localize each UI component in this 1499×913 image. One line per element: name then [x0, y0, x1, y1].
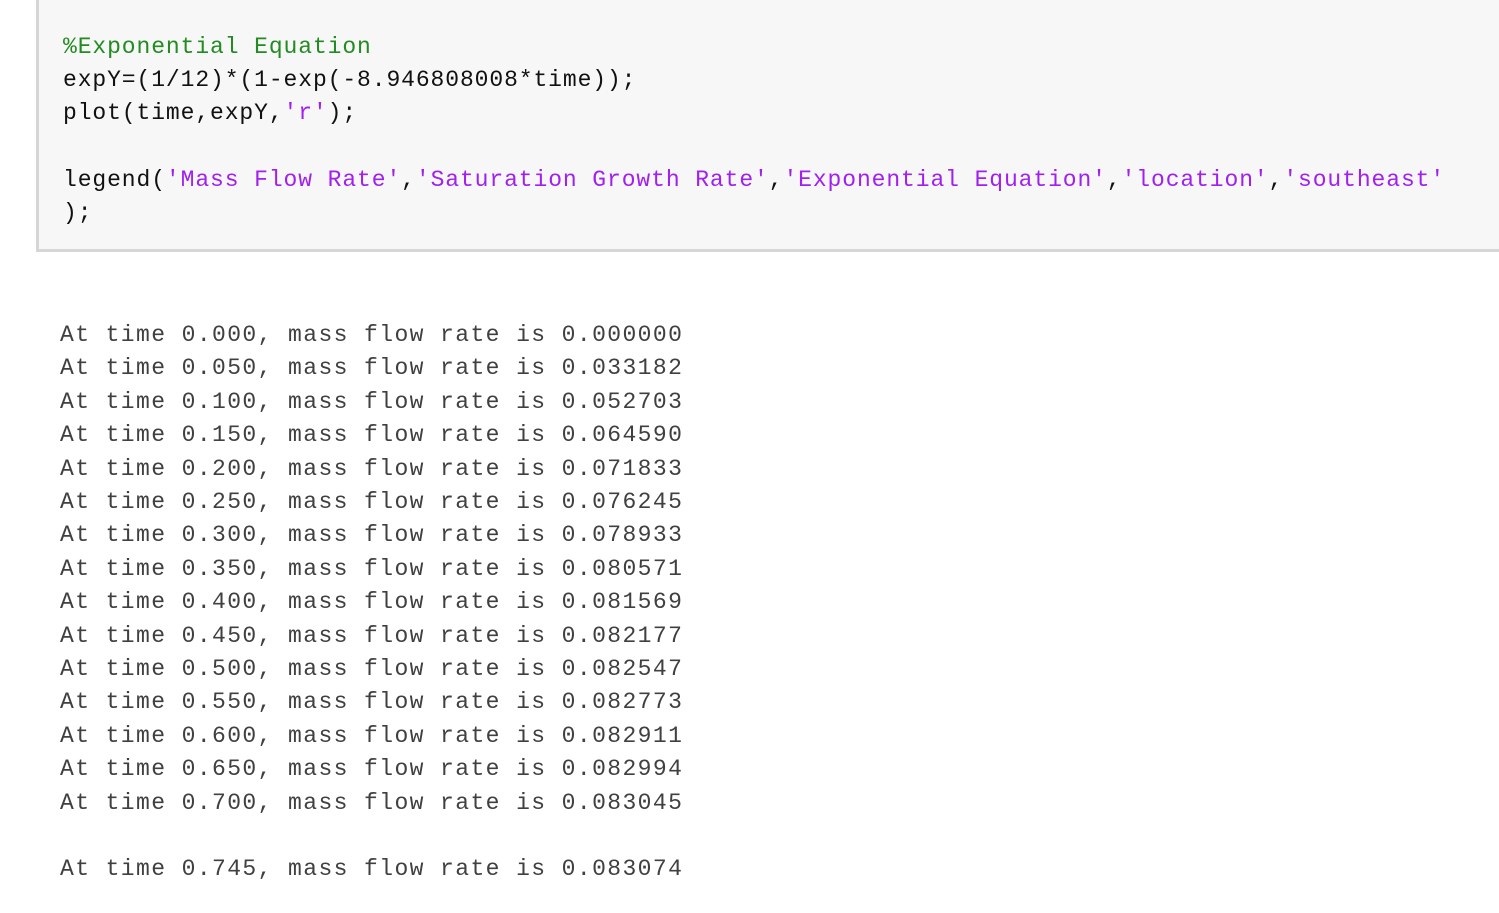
legend-arg: 'location'	[1121, 167, 1269, 193]
legend-separator: ,	[768, 167, 784, 193]
output-line: At time 0.550, mass flow rate is 0.08277…	[60, 689, 684, 716]
output-line: At time 0.650, mass flow rate is 0.08299…	[60, 756, 684, 783]
output-line: At time 0.500, mass flow rate is 0.08254…	[60, 656, 684, 682]
output-line: At time 0.350, mass flow rate is 0.08057…	[60, 555, 684, 582]
plot-suffix: );	[327, 100, 358, 126]
code-cell[interactable]: %Exponential Equation expY=(1/12)*(1-exp…	[36, 0, 1499, 252]
code-line-plot: plot(time,expY,'r');	[63, 98, 357, 128]
output-line: At time 0.050, mass flow rate is 0.03318…	[60, 355, 684, 382]
output-line: At time 0.200, mass flow rate is 0.07183…	[60, 455, 684, 482]
output-line: At time 0.400, mass flow rate is 0.08156…	[60, 589, 684, 616]
plot-color-arg: 'r'	[283, 100, 328, 126]
legend-separator: ,	[1268, 167, 1284, 193]
output-line: At time 0.100, mass flow rate is 0.05270…	[60, 388, 684, 415]
legend-prefix: legend(	[63, 167, 166, 193]
code-comment: %Exponential Equation	[63, 34, 372, 60]
legend-arg: 'Saturation Growth Rate'	[415, 167, 769, 193]
legend-separator: ,	[401, 167, 416, 193]
output-line: At time 0.150, mass flow rate is 0.06459…	[60, 422, 684, 449]
plot-prefix: plot(time,expY,	[63, 100, 284, 126]
code-line-expY: expY=(1/12)*(1-exp(-8.946808008*time));	[63, 67, 637, 93]
legend-separator: ,	[1106, 167, 1122, 193]
output-line: At time 0.450, mass flow rate is 0.08217…	[60, 622, 684, 649]
legend-arg: 'southeast'	[1283, 167, 1446, 193]
output-line: At time 0.000, mass flow rate is 0.00000…	[60, 322, 684, 348]
output-line: At time 0.300, mass flow rate is 0.07893…	[60, 522, 684, 549]
output-line: At time 0.600, mass flow rate is 0.08291…	[60, 722, 684, 749]
legend-arg: 'Exponential Equation'	[783, 167, 1107, 193]
output-line: At time 0.250, mass flow rate is 0.07624…	[60, 489, 684, 515]
code-line-legend: legend('Mass Flow Rate','Saturation Grow…	[63, 165, 1445, 195]
output-line-final: At time 0.745, mass flow rate is 0.08307…	[60, 856, 684, 882]
output-line: At time 0.700, mass flow rate is 0.08304…	[60, 789, 684, 816]
legend-arg: 'Mass Flow Rate'	[165, 167, 402, 193]
code-line-legend-close: );	[63, 200, 93, 226]
